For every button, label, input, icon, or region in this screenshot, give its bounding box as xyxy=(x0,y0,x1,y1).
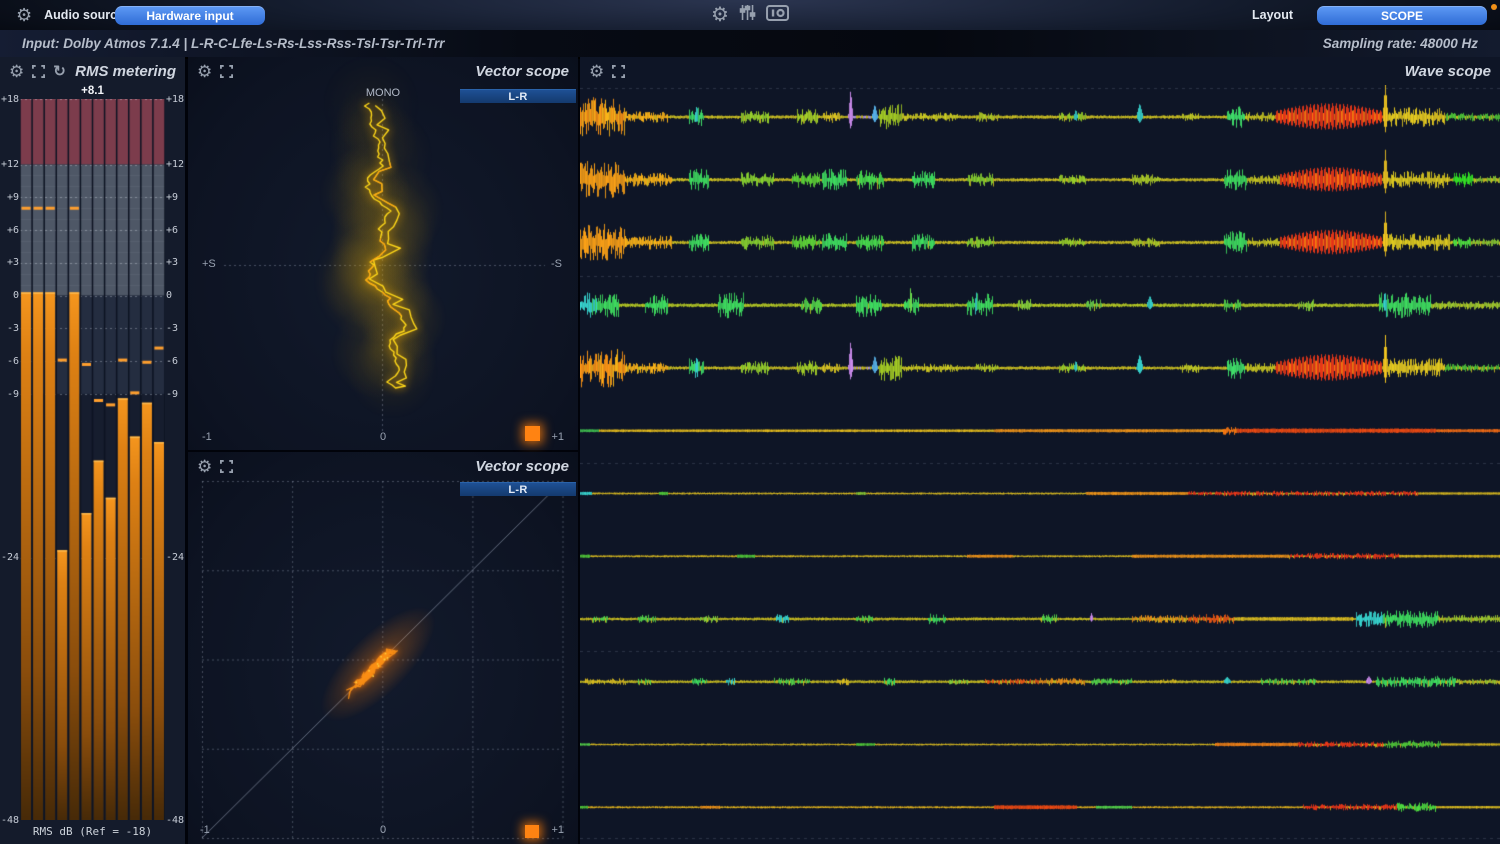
sampling-rate-text: Sampling rate: 48000 Hz xyxy=(1323,36,1478,51)
meter-scale-label: -6 xyxy=(166,356,185,367)
meter-scale-label: -48 xyxy=(0,815,19,826)
status-dot xyxy=(1491,4,1497,10)
vector-scope-bottom-header: ⚙ Vector scope xyxy=(188,452,578,481)
rms-reset-icon[interactable]: ↻ xyxy=(53,64,66,79)
axis-label-pos1: +1 xyxy=(551,431,564,443)
vector-scope-bottom-title: Vector scope xyxy=(475,458,569,475)
app-window: ⚙ Audio source Hardware input ⚙ Layout S… xyxy=(0,0,1500,844)
meter-scale-label: -9 xyxy=(166,389,185,400)
preferences-gear-icon[interactable]: ⚙ xyxy=(711,5,729,25)
vector-scope-top-title: Vector scope xyxy=(475,63,569,80)
meter-scale-label: +3 xyxy=(166,257,185,268)
meter-scale-label: +3 xyxy=(0,257,19,268)
meter-scale-label: +6 xyxy=(166,225,185,236)
meter-scale-label: -24 xyxy=(166,552,185,563)
meter-scale-label: -6 xyxy=(0,356,19,367)
wave-scope-title: Wave scope xyxy=(1405,63,1491,80)
hardware-input-button-label: Hardware input xyxy=(146,9,233,23)
vector-bottom-settings-gear-icon[interactable]: ⚙ xyxy=(197,458,212,475)
axis-label-zero: 0 xyxy=(188,431,578,443)
vector-bottom-mode-button[interactable]: L-R xyxy=(460,482,576,496)
wave-fullscreen-icon[interactable] xyxy=(612,65,625,78)
meter-scale-label: 0 xyxy=(166,290,185,301)
meter-scale-label: -48 xyxy=(166,815,185,826)
side-label-plus-s: +S xyxy=(202,258,216,270)
vector-top-mode-button[interactable]: L-R xyxy=(460,89,576,103)
xy-scope-canvas xyxy=(188,452,578,844)
side-label-minus-s: -S xyxy=(551,258,562,270)
meter-scale-label: -24 xyxy=(0,552,19,563)
wave-settings-gear-icon[interactable]: ⚙ xyxy=(589,63,604,80)
vector-top-level-indicator xyxy=(525,426,540,441)
meter-scale-label: +9 xyxy=(166,192,185,203)
meter-scale-label: -9 xyxy=(0,389,19,400)
vector-bottom-level-indicator xyxy=(525,825,539,838)
meter-scale-label: 0 xyxy=(0,290,19,301)
scope-button[interactable]: SCOPE xyxy=(1317,6,1487,25)
vector-scope-top-header: ⚙ Vector scope xyxy=(188,57,578,86)
meter-scale-label: +18 xyxy=(166,94,185,105)
layout-label: Layout xyxy=(1252,8,1293,22)
rms-panel-title: RMS metering xyxy=(75,63,176,80)
settings-gear-icon[interactable]: ⚙ xyxy=(16,6,32,24)
wave-scope-panel: ⚙ Wave scope xyxy=(580,57,1500,844)
xy-axis-label-zero: 0 xyxy=(188,824,578,836)
input-format-text: Input: Dolby Atmos 7.1.4 | L-R-C-Lfe-Ls-… xyxy=(22,36,445,51)
rms-fullscreen-icon[interactable] xyxy=(32,65,45,78)
rms-settings-gear-icon[interactable]: ⚙ xyxy=(9,63,24,80)
hardware-input-button[interactable]: Hardware input xyxy=(115,6,265,25)
io-monitor-icon[interactable] xyxy=(766,5,789,26)
top-toolbar: ⚙ Audio source Hardware input ⚙ Layout S… xyxy=(0,0,1500,31)
sliders-icon[interactable] xyxy=(739,4,756,26)
wave-scope-canvas xyxy=(580,85,1500,844)
meter-scale-label: +18 xyxy=(0,94,19,105)
goniometer-canvas xyxy=(188,57,578,450)
toolbar-center-icons: ⚙ xyxy=(711,0,789,30)
meter-scale-label: +12 xyxy=(0,159,19,170)
rms-footer-label: RMS dB (Ref = -18) xyxy=(0,825,185,838)
rms-meter-canvas xyxy=(20,99,165,820)
rms-panel-header: ⚙ ↻ RMS metering xyxy=(0,57,185,86)
wave-scope-header: ⚙ Wave scope xyxy=(580,57,1500,85)
rms-peak-readout: +8.1 xyxy=(20,85,165,97)
meter-scale-label: -3 xyxy=(0,323,19,334)
vector-top-fullscreen-icon[interactable] xyxy=(220,65,233,78)
rms-metering-panel: ⚙ ↻ RMS metering +8.1 +18 +18 +12 +12 +9 +9 +6… xyxy=(0,57,185,844)
meter-scale-label: +6 xyxy=(0,225,19,236)
vector-top-settings-gear-icon[interactable]: ⚙ xyxy=(197,63,212,80)
scope-button-label: SCOPE xyxy=(1381,9,1423,23)
audio-source-label: Audio source xyxy=(44,8,124,22)
vector-scope-panel-top: ⚙ Vector scope MONO L-R +S -S -1 0 +1 xyxy=(188,57,578,450)
vector-scope-panel-bottom: ⚙ Vector scope L-R -1 0 +1 xyxy=(188,452,578,844)
info-bar: Input: Dolby Atmos 7.1.4 | L-R-C-Lfe-Ls-… xyxy=(0,30,1500,59)
meter-scale-label: +9 xyxy=(0,192,19,203)
xy-axis-label-pos1: +1 xyxy=(551,824,564,836)
vector-bottom-fullscreen-icon[interactable] xyxy=(220,460,233,473)
meter-scale-label: -3 xyxy=(166,323,185,334)
meter-scale-label: +12 xyxy=(166,159,185,170)
